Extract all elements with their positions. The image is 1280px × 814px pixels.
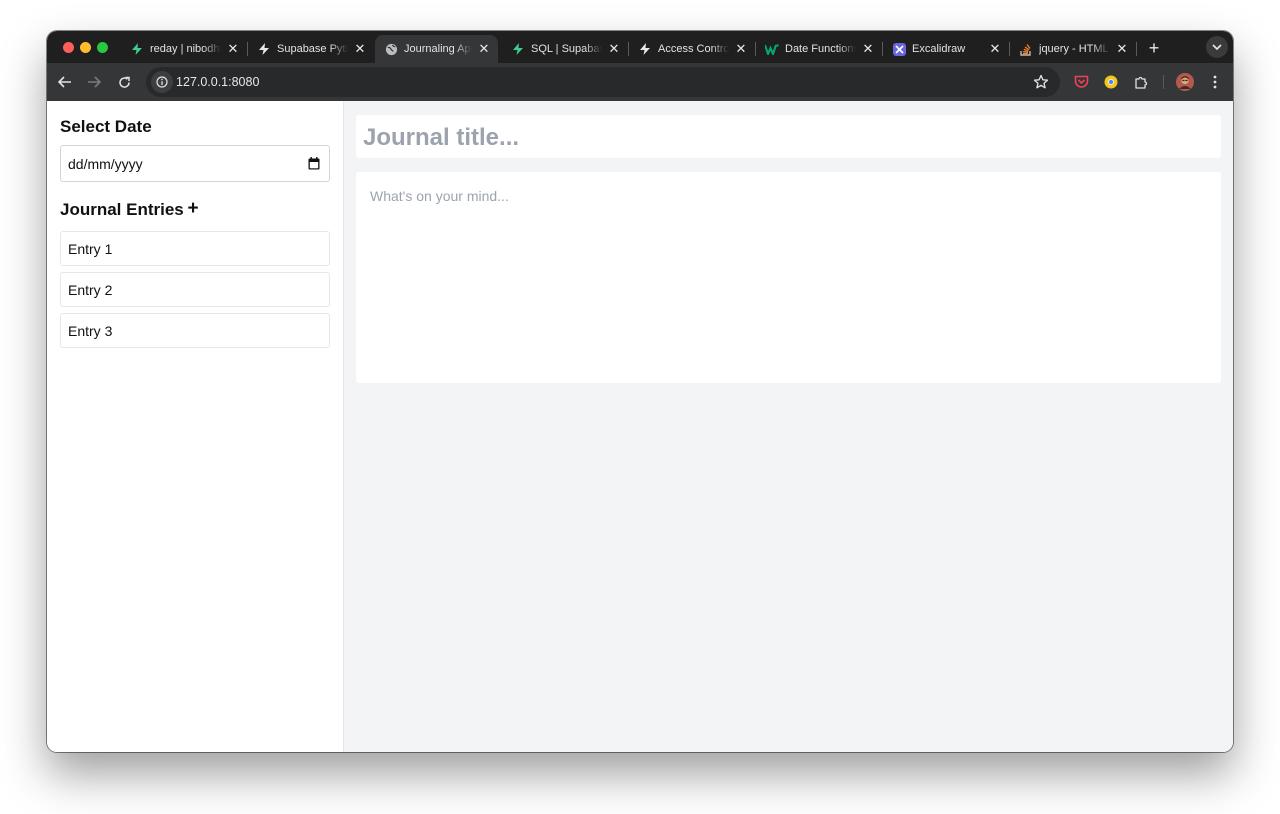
back-button[interactable] <box>53 70 77 94</box>
tab-title: Date Functions <box>785 43 856 55</box>
supabase-icon <box>130 42 144 56</box>
journal-entries-heading: Journal Entries <box>60 200 184 219</box>
new-tab-button[interactable]: + <box>1142 37 1166 59</box>
date-input-value: dd/mm/yyyy <box>68 156 143 172</box>
editor-area: Journal title... What's on your mind... <box>344 101 1233 752</box>
close-tab-icon[interactable]: ✕ <box>476 41 492 57</box>
tab-journaling-app[interactable]: Journaling App ✕ <box>375 35 498 63</box>
pocket-extension-button[interactable] <box>1069 70 1093 94</box>
tab-date-functions[interactable]: Date Functions ✕ <box>756 35 882 63</box>
tab-title: jquery - HTML <box>1039 43 1109 55</box>
entry-label: Entry 1 <box>68 241 113 257</box>
forward-button[interactable] <box>82 70 106 94</box>
entry-item[interactable]: Entry 1 <box>60 231 330 266</box>
stackoverflow-icon <box>1019 42 1033 56</box>
browser-toolbar: 127.0.0.1:8080 <box>47 63 1233 101</box>
journal-body-textarea[interactable]: What's on your mind... <box>356 172 1221 383</box>
tab-supabase-python[interactable]: Supabase Python ✕ <box>248 35 374 63</box>
add-entry-button[interactable]: + <box>185 198 201 220</box>
entry-label: Entry 3 <box>68 323 113 339</box>
tab-access-control[interactable]: Access Control ✕ <box>629 35 755 63</box>
select-date-heading: Select Date <box>60 117 152 136</box>
tab-title: Access Control <box>658 43 729 55</box>
journal-title-placeholder: Journal title... <box>363 124 520 151</box>
close-tab-icon[interactable]: ✕ <box>225 41 241 57</box>
supabase-icon <box>257 42 271 56</box>
tab-title: Excalidraw <box>912 43 966 55</box>
chrome-extension-icon <box>1104 75 1118 89</box>
tab-separator <box>1136 42 1137 56</box>
tab-reday[interactable]: reday | nibodhdaware ✕ <box>121 35 247 63</box>
date-input[interactable]: dd/mm/yyyy <box>60 145 330 182</box>
close-tab-icon[interactable]: ✕ <box>606 41 622 57</box>
page-content: Select Date dd/mm/yyyy Journal Entries +… <box>47 101 1233 752</box>
pocket-icon <box>1074 75 1088 88</box>
close-tab-icon[interactable]: ✕ <box>352 41 368 57</box>
bookmark-star-icon[interactable] <box>1033 74 1049 90</box>
profile-button[interactable] <box>1173 70 1197 94</box>
tab-sql-supabase[interactable]: SQL | Supabase ✕ <box>502 35 628 63</box>
close-tab-icon[interactable]: ✕ <box>987 41 1003 57</box>
excalidraw-icon <box>892 42 906 56</box>
browser-window: reday | nibodhdaware ✕ Supabase Python ✕… <box>47 31 1233 752</box>
entry-item[interactable]: Entry 3 <box>60 313 330 348</box>
browser-menu-button[interactable] <box>1203 70 1227 94</box>
tab-jquery-html[interactable]: jquery - HTML ✕ <box>1010 35 1136 63</box>
extension-button[interactable] <box>1099 70 1123 94</box>
close-tab-icon[interactable]: ✕ <box>860 41 876 57</box>
tab-title: reday | nibodhdaware <box>150 43 221 55</box>
entry-item[interactable]: Entry 2 <box>60 272 330 307</box>
chevron-down-icon <box>1212 44 1222 50</box>
tab-strip: reday | nibodhdaware ✕ Supabase Python ✕… <box>47 31 1233 63</box>
minimize-window-button[interactable] <box>80 42 91 53</box>
tab-title: Journaling App <box>404 43 472 55</box>
tab-title: Supabase Python <box>277 43 348 55</box>
w3schools-icon <box>765 42 779 56</box>
tab-search-button[interactable] <box>1206 36 1228 58</box>
close-window-button[interactable] <box>63 42 74 53</box>
toolbar-separator <box>1163 75 1164 89</box>
supabase-icon <box>511 42 525 56</box>
arrow-left-icon <box>58 76 71 88</box>
journal-body-placeholder: What's on your mind... <box>370 188 509 204</box>
reload-button[interactable] <box>112 70 136 94</box>
reload-icon <box>118 76 130 88</box>
url-text: 127.0.0.1:8080 <box>176 75 260 89</box>
calendar-icon[interactable] <box>308 157 320 170</box>
globe-icon <box>384 42 398 56</box>
avatar <box>1176 73 1194 91</box>
entry-label: Entry 2 <box>68 282 113 298</box>
info-icon <box>156 76 168 88</box>
close-tab-icon[interactable]: ✕ <box>733 41 749 57</box>
arrow-right-icon <box>88 76 101 88</box>
maximize-window-button[interactable] <box>97 42 108 53</box>
journal-title-input[interactable]: Journal title... <box>356 115 1221 158</box>
supabase-icon <box>638 42 652 56</box>
extensions-menu-button[interactable] <box>1129 70 1153 94</box>
kebab-menu-icon <box>1213 75 1217 89</box>
puzzle-piece-icon <box>1134 76 1147 89</box>
close-tab-icon[interactable]: ✕ <box>1114 41 1130 57</box>
address-bar[interactable]: 127.0.0.1:8080 <box>146 67 1060 97</box>
sidebar: Select Date dd/mm/yyyy Journal Entries +… <box>47 101 344 752</box>
site-info-button[interactable] <box>151 71 173 93</box>
tab-title: SQL | Supabase <box>531 43 602 55</box>
tab-excalidraw[interactable]: Excalidraw ✕ <box>883 35 1009 63</box>
